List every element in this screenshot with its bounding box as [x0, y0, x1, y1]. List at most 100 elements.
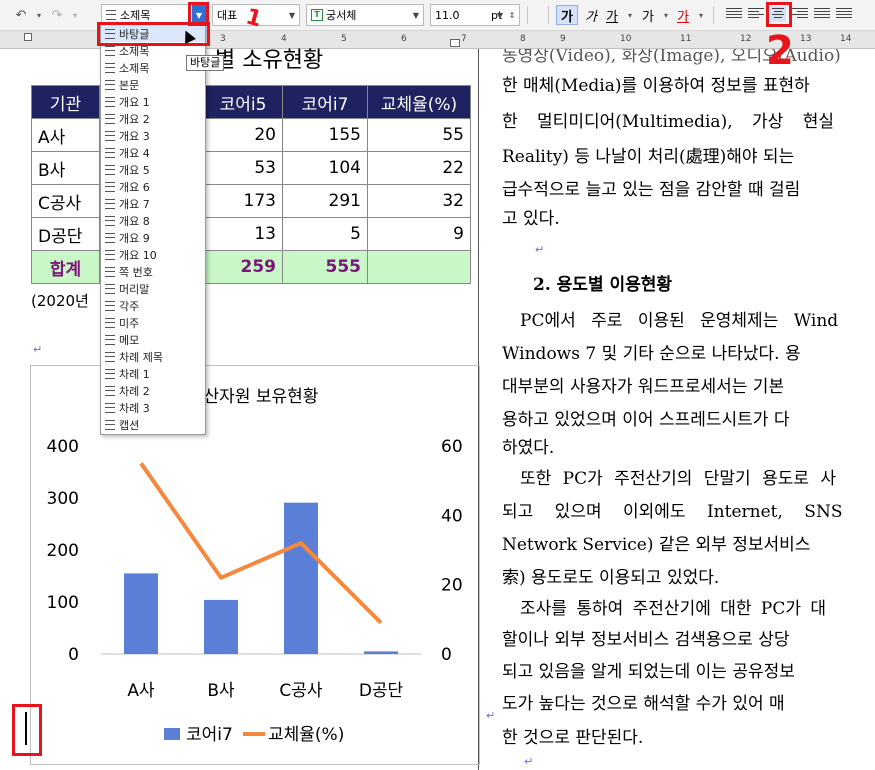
- style-item[interactable]: 차례 제목: [101, 348, 205, 365]
- paragraph-mark: ↵: [33, 343, 43, 356]
- style-item-label: 개요 7: [119, 197, 150, 211]
- table-cell[interactable]: 합계: [31, 250, 100, 284]
- right-indent-marker-icon[interactable]: [450, 39, 460, 47]
- language-dropdown-arrow-icon[interactable]: ▼: [285, 5, 299, 25]
- style-item[interactable]: 쪽 번호: [101, 263, 205, 280]
- ruler-number: 6: [401, 34, 407, 44]
- style-icon: [105, 79, 115, 90]
- ruler-number: 8: [520, 34, 526, 44]
- align-divide-icon[interactable]: [836, 6, 852, 22]
- font-combo[interactable]: T 궁서체 ▼: [306, 4, 424, 26]
- text-line: Network Service) 같은 외부 정보서비스: [502, 535, 811, 555]
- align-left-icon[interactable]: [748, 6, 764, 22]
- chart-frame[interactable]: 산자원 보유현황 0 100 200 300 400 0 20 40 60 A사 B사 C공사 D공단 코어…: [30, 365, 480, 765]
- align-justify-icon[interactable]: [726, 6, 742, 22]
- indent-marker-icon[interactable]: [24, 33, 32, 41]
- ruler-number: 12: [740, 34, 752, 44]
- table-note: (2020년: [31, 292, 89, 310]
- style-icon: [105, 249, 115, 260]
- style-item[interactable]: 개요 10: [101, 246, 205, 263]
- table-cell[interactable]: 291: [282, 184, 368, 218]
- ruler-number: 9: [560, 34, 566, 44]
- text-line: 한 멀티미디어(Multimedia), 가상 현실: [502, 112, 834, 132]
- style-item[interactable]: 메모: [101, 331, 205, 348]
- table-cell[interactable]: 13: [203, 217, 283, 251]
- table-row: B사 53 104 22: [31, 151, 471, 185]
- style-item[interactable]: 차례 3: [101, 399, 205, 416]
- language-value: 대표: [217, 9, 238, 22]
- table-cell[interactable]: C공사: [31, 184, 100, 218]
- cursor-highlight-box: [12, 704, 42, 756]
- table-cell[interactable]: D공단: [31, 217, 100, 251]
- redo-dropdown-icon[interactable]: ▾: [64, 4, 86, 26]
- y2-tick-label: 0: [441, 645, 452, 665]
- table-cell[interactable]: 555: [282, 250, 368, 284]
- style-icon: [105, 181, 115, 192]
- text-line: 되고 있음을 알게 되었는데 이는 공유정보: [502, 662, 795, 682]
- style-item[interactable]: 개요 3: [101, 127, 205, 144]
- style-item-label: 개요 3: [119, 129, 150, 143]
- style-item[interactable]: 차례 1: [101, 365, 205, 382]
- style-item[interactable]: 각주: [101, 297, 205, 314]
- table-cell[interactable]: 32: [367, 184, 471, 218]
- table-cell[interactable]: 22: [367, 151, 471, 185]
- style-item-label: 개요 2: [119, 112, 150, 126]
- table-cell[interactable]: 5: [282, 217, 368, 251]
- table-cell[interactable]: B사: [31, 151, 100, 185]
- header-cell: 코어i7: [282, 85, 368, 119]
- style-item[interactable]: 캡션: [101, 416, 205, 433]
- table-cell[interactable]: 155: [282, 118, 368, 152]
- table-cell[interactable]: 20: [203, 118, 283, 152]
- style-icon: [105, 232, 115, 243]
- table-cell[interactable]: A사: [31, 118, 100, 152]
- style-item[interactable]: 차례 2: [101, 382, 205, 399]
- table-cell[interactable]: 55: [367, 118, 471, 152]
- align-right-icon[interactable]: [792, 6, 808, 22]
- style-icon: [105, 96, 115, 107]
- style-item[interactable]: 개요 7: [101, 195, 205, 212]
- style-item[interactable]: 개요 2: [101, 110, 205, 127]
- style-item[interactable]: 개요 5: [101, 161, 205, 178]
- paragraph-mark: ↵: [535, 243, 545, 256]
- bold-button[interactable]: 가: [556, 5, 578, 25]
- style-tooltip: 바탕글: [186, 55, 225, 71]
- style-item[interactable]: 본문: [101, 76, 205, 93]
- italic-button[interactable]: 가: [580, 4, 602, 26]
- style-item-label: 개요 9: [119, 231, 150, 245]
- table-cell[interactable]: 53: [203, 151, 283, 185]
- table-cell[interactable]: 104: [282, 151, 368, 185]
- style-item[interactable]: 미주: [101, 314, 205, 331]
- style-item[interactable]: 개요 6: [101, 178, 205, 195]
- font-size-spinner-icon[interactable]: ⇕: [505, 5, 519, 25]
- font-size-combo[interactable]: 11.0 pt ▼ ⇕: [430, 4, 520, 26]
- table-cell[interactable]: 173: [203, 184, 283, 218]
- style-icon: [105, 62, 115, 73]
- style-item[interactable]: 개요 8: [101, 212, 205, 229]
- style-item[interactable]: 개요 9: [101, 229, 205, 246]
- style-item-label: 개요 10: [119, 248, 157, 262]
- style-item[interactable]: 머리말: [101, 280, 205, 297]
- style-item-label: 개요 4: [119, 146, 150, 160]
- y2-tick-label: 60: [441, 437, 463, 457]
- table-cell[interactable]: 9: [367, 217, 471, 251]
- text-line: Reality) 등 나날이 처리(處理)해야 되는: [502, 147, 795, 167]
- font-dropdown-arrow-icon[interactable]: ▼: [409, 5, 423, 25]
- highlight-box-align-center: [766, 2, 792, 27]
- table-header-row: 기관 코어i5 코어i7 교체율(%): [31, 85, 471, 119]
- align-distribute-icon[interactable]: [814, 6, 830, 22]
- style-dropdown-list[interactable]: 바탕글 소제목 소제목 본문 개요 1 개요 2 개요 3 개요 4 개요 5 개요 6 개요 7개…: [100, 24, 206, 435]
- font-size-value: 11.0: [435, 8, 460, 22]
- table-cell[interactable]: 259: [203, 250, 283, 284]
- style-item-label: 차례 1: [119, 367, 150, 381]
- font-value: 궁서체: [326, 9, 357, 22]
- table-cell[interactable]: [367, 250, 471, 284]
- style-item[interactable]: 개요 4: [101, 144, 205, 161]
- x-tick-label: A사: [127, 681, 155, 701]
- style-icon: [105, 130, 115, 141]
- y2-tick-label: 40: [441, 506, 463, 526]
- table-row: C공사 173 291 32: [31, 184, 471, 218]
- paragraph-mark: ↵: [524, 755, 534, 768]
- font-color-dropdown-icon[interactable]: ▾: [690, 4, 712, 26]
- style-item[interactable]: 개요 1: [101, 93, 205, 110]
- text-caret: [25, 712, 27, 745]
